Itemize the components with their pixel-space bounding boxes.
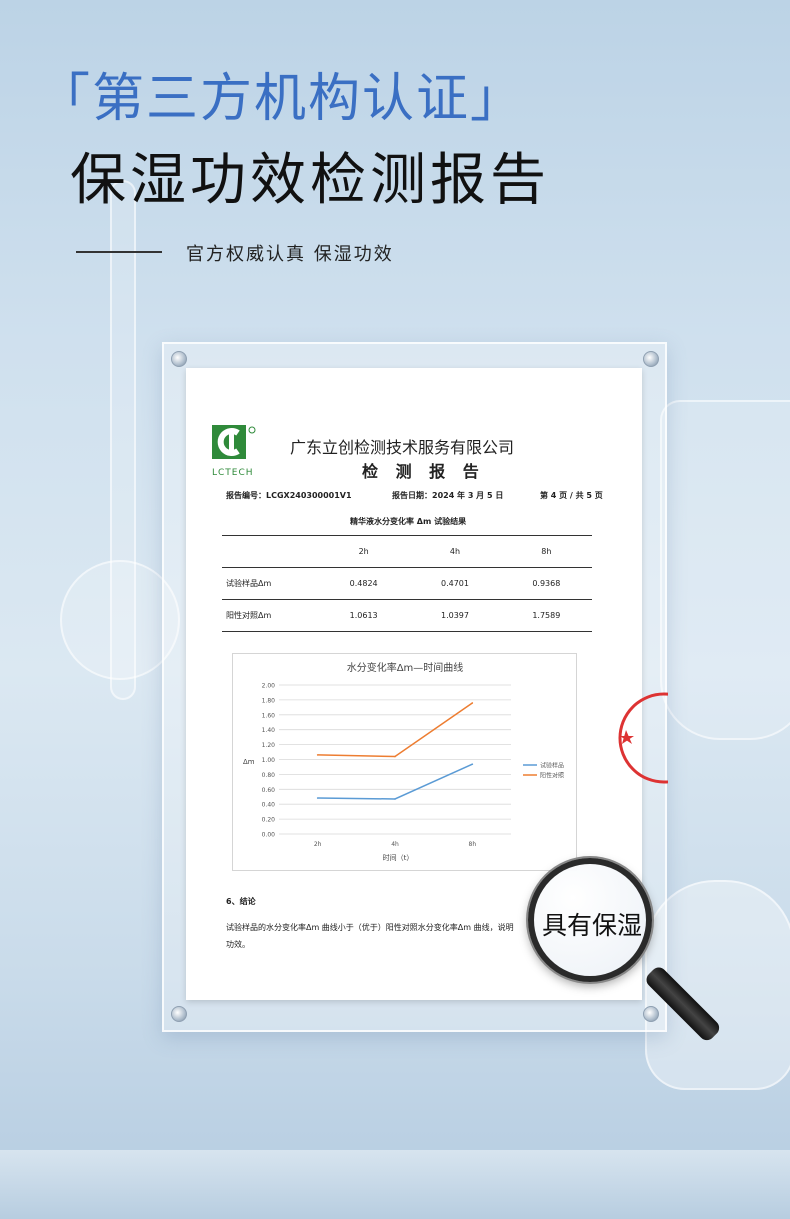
page-number: 第 4 页 / 共 5 页 (540, 491, 603, 500)
conclusion-text: 试验样品的水分变化率Δm 曲线小于（优于）阳性对照水分变化率Δm 曲线，说明 (226, 923, 514, 932)
column-header (222, 536, 318, 568)
y-tick-label: 1.20 (262, 742, 276, 749)
table-header-row: 2h 4h 8h (222, 535, 592, 568)
results-table: 2h 4h 8h 试验样品Δm 0.4824 0.4701 0.9368 阳性对… (222, 535, 592, 632)
official-seal-icon (618, 692, 668, 784)
lctech-logo-icon (212, 425, 256, 459)
headline-report: 保湿功效检测报告 (70, 148, 550, 213)
subtitle-divider (76, 251, 162, 253)
report-date: 报告日期：2024 年 3 月 5 日 (392, 491, 504, 500)
magnifier-lens-icon: 具有保湿 (528, 858, 652, 982)
chart-title: 水分变化率Δm—时间曲线 (347, 661, 464, 674)
data-point (316, 797, 319, 799)
screw-icon (643, 351, 659, 367)
data-point (394, 755, 396, 758)
table-row: 试验样品Δm 0.4824 0.4701 0.9368 (222, 568, 592, 600)
y-axis-label: Δm (243, 758, 255, 766)
floor-reflection (0, 1150, 790, 1219)
data-point (394, 798, 396, 800)
chart-svg: 水分变化率Δm—时间曲线 Δm 时间（t） 0.00 0.20 0.40 0.60 0.… (243, 661, 564, 862)
y-tick-label: 0.40 (262, 802, 276, 809)
x-tick-label: 4h (391, 841, 399, 848)
row-label: 试验样品Δm (226, 579, 272, 588)
data-point (471, 702, 474, 704)
report-title: 检 测 报 告 (362, 462, 485, 481)
table-cell: 1.7589 (532, 611, 561, 620)
y-tick-label: 2.00 (262, 683, 276, 690)
table-cell: 0.4701 (440, 579, 469, 588)
screw-icon (643, 1006, 659, 1022)
y-tick-label: 0.00 (262, 832, 276, 839)
table-row: 阳性对照Δm 1.0613 1.0397 1.7589 (222, 600, 592, 632)
table-cell: 0.9368 (532, 579, 561, 588)
table-title: 精华液水分变化率 Δm 试验结果 (350, 517, 467, 526)
x-tick-label: 2h (314, 841, 322, 848)
subtitle: 官方权威认真 保湿功效 (186, 244, 394, 265)
data-point (471, 763, 474, 766)
data-point (316, 754, 319, 756)
y-tick-label: 0.80 (262, 772, 276, 779)
screw-icon (171, 351, 187, 367)
table-cell: 0.4824 (349, 579, 378, 588)
y-tick-label: 1.00 (262, 757, 276, 764)
y-tick-label: 0.60 (262, 787, 276, 794)
column-header: 8h (541, 547, 552, 556)
table-cell: 1.0613 (349, 611, 378, 620)
row-label: 阳性对照Δm (226, 611, 272, 620)
x-tick-label: 8h (469, 841, 477, 848)
table-cell: 1.0397 (440, 611, 469, 620)
screw-icon (171, 1006, 187, 1022)
company-name: 广东立创检测技术服务有限公司 (290, 438, 515, 457)
x-axis-label: 时间（t） (383, 853, 414, 862)
series-line (317, 763, 473, 800)
y-tick-label: 1.40 (262, 727, 276, 734)
legend-label: 试验样品 (540, 762, 564, 770)
headline-certification: 「第三方机构认证」 (38, 69, 525, 129)
y-tick-label: 1.60 (262, 712, 276, 719)
conclusion-text: 功效。 (226, 940, 250, 949)
conclusion-heading: 6、结论 (226, 897, 256, 906)
moisture-chart: 水分变化率Δm—时间曲线 Δm 时间（t） 0.00 0.20 0.40 0.60 0.… (232, 653, 577, 871)
legend-label: 阳性对照 (540, 772, 564, 780)
column-header: 2h (358, 547, 369, 556)
report-number: 报告编号：LCGX240300001V1 (226, 491, 352, 500)
y-tick-label: 0.20 (262, 817, 276, 824)
magnified-text: 具有保湿 (542, 911, 643, 940)
logo-text: LCTECH (212, 468, 254, 478)
column-header: 4h (449, 547, 461, 556)
beaker-decoration (660, 400, 790, 740)
y-tick-label: 1.80 (262, 697, 276, 704)
